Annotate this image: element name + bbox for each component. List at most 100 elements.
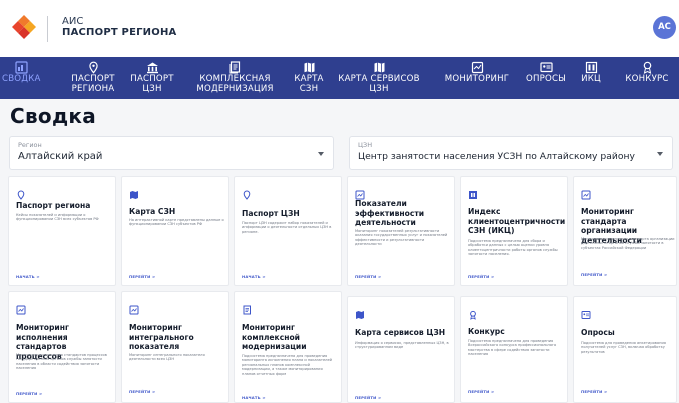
monitoring-icon — [129, 300, 139, 315]
survey-icon — [581, 305, 591, 319]
card-description: Мониторинг интегрального показателя деят… — [129, 353, 205, 362]
card-link[interactable]: ПЕРЕЙТИ > — [355, 274, 381, 279]
nav-label: КАРТА — [294, 74, 324, 84]
czn-select-value: Центр занятости населения УСЗН по Алтайс… — [358, 151, 635, 162]
nav-label: РЕГИОНА — [71, 84, 115, 94]
page-title: Сводка — [10, 104, 97, 128]
card-link[interactable]: ПЕРЕЙТИ > — [468, 274, 494, 279]
award-icon — [619, 59, 675, 74]
nav-item-surveys[interactable]: ОПРОСЫ — [522, 57, 570, 99]
nav-label: КОНКУРС — [625, 74, 669, 84]
nav-label: МОДЕРНИЗАЦИЯ — [196, 84, 274, 94]
nav-item-services-map[interactable]: КАРТА СЕРВИСОВ ЦЗН — [334, 57, 424, 99]
card-link[interactable]: НАЧАТЬ > — [242, 395, 266, 400]
card-passport-region[interactable]: Паспорт региона Кейсы показателей и инфо… — [8, 176, 116, 286]
location-pin-icon — [66, 59, 120, 74]
card-link[interactable]: ПЕРЕЙТИ > — [129, 274, 155, 279]
region-select-value: Алтайский край — [18, 151, 103, 162]
region-select[interactable]: Регион Алтайский край — [9, 136, 334, 170]
survey-icon — [522, 59, 570, 74]
document-stack-icon — [242, 300, 252, 315]
card-integral-indicator[interactable]: Мониторинг интегрального показателя Мони… — [121, 291, 229, 403]
app-logo-icon[interactable] — [11, 14, 37, 40]
card-modernization-monitoring[interactable]: Мониторинг комплексной модернизации Подс… — [234, 291, 342, 403]
nav-label: ПАСПОРТ — [130, 74, 174, 84]
card-link[interactable]: НАЧАТЬ > — [16, 274, 40, 279]
nav-item-modernization[interactable]: КОМПЛЕКСНАЯ МОДЕРНИЗАЦИЯ — [192, 57, 278, 99]
user-avatar[interactable]: АС — [653, 16, 676, 39]
card-title: Индекс клиентоцентричности СЗН (ИКЦ) — [468, 207, 566, 235]
nav-item-map-szn[interactable]: КАРТА СЗН — [290, 57, 328, 99]
location-pin-icon — [16, 185, 26, 200]
card-link[interactable]: ПЕРЕЙТИ > — [129, 389, 155, 394]
card-title: Конкурс — [468, 327, 505, 336]
map-icon — [290, 59, 328, 74]
nav-item-passport-region[interactable]: ПАСПОРТ РЕГИОНА — [66, 57, 120, 99]
brand-line-1: АИС — [62, 16, 84, 27]
card-services-map[interactable]: Карта сервисов ЦЗН Информация о сервисах… — [347, 296, 455, 403]
card-link[interactable]: ПЕРЕЙТИ > — [581, 389, 607, 394]
nav-label: ПАСПОРТ — [71, 74, 115, 84]
nav-label: МОНИТОРИНГ — [444, 74, 510, 84]
nav-item-ikc[interactable]: ИКЦ — [577, 57, 605, 99]
map-icon — [129, 185, 139, 199]
map-icon — [334, 59, 424, 74]
nav-label: СВОДКА — [2, 74, 41, 84]
card-title: Опросы — [581, 328, 615, 337]
card-description: Мониторинг исполнения стандартов процесс… — [16, 353, 107, 371]
nav-item-contest[interactable]: КОНКУРС — [619, 57, 675, 99]
card-description: Мониторинг исполнения стандарта организа… — [581, 237, 675, 250]
card-efficiency[interactable]: Показатели эффективности деятельности Мо… — [347, 176, 455, 286]
card-ikc[interactable]: Индекс клиентоцентричности СЗН (ИКЦ) Под… — [460, 176, 568, 286]
card-passport-czn[interactable]: Паспорт ЦЗН Паспорт ЦЗН содержит набор п… — [234, 176, 342, 286]
card-description: Подсистема предназначена для проведения … — [468, 339, 557, 357]
document-stack-icon — [192, 59, 278, 74]
nav-label: КОМПЛЕКСНАЯ — [199, 74, 271, 84]
card-link[interactable]: ПЕРЕЙТИ > — [581, 272, 607, 277]
card-link[interactable]: ПЕРЕЙТИ > — [16, 391, 42, 396]
card-title: Паспорт региона — [16, 201, 91, 210]
card-description: Подсистема для проведения анкетирования … — [581, 341, 666, 354]
nav-label: КАРТА СЕРВИСОВ — [338, 74, 420, 84]
card-description: Подсистема предназначена для сбора и обр… — [468, 239, 558, 257]
card-title: Паспорт ЦЗН — [242, 209, 300, 218]
card-title: Показатели эффективности деятельности — [355, 199, 425, 227]
card-description: Паспорт ЦЗН содержит набор показателей и… — [242, 221, 332, 234]
region-select-label: Регион — [18, 141, 42, 149]
card-link[interactable]: НАЧАТЬ > — [242, 274, 266, 279]
chevron-down-icon — [657, 152, 663, 156]
index-icon — [468, 185, 478, 199]
map-icon — [355, 305, 365, 319]
nav-label: ИКЦ — [581, 74, 601, 84]
chevron-down-icon — [318, 152, 324, 156]
card-surveys[interactable]: Опросы Подсистема для проведения анкетир… — [573, 296, 677, 403]
brand-title: АИС ПАСПОРТ РЕГИОНА — [62, 16, 176, 38]
award-icon — [468, 305, 478, 320]
location-pin-icon — [242, 185, 252, 200]
card-title: Мониторинг интегрального показателя — [129, 323, 194, 351]
card-title: Карта сервисов ЦЗН — [355, 328, 446, 337]
card-description: Подсистема предназначена для проведения … — [242, 354, 332, 376]
card-map-szn[interactable]: Карта СЗН На интерактивной карте предста… — [121, 176, 229, 286]
app-header: АИС ПАСПОРТ РЕГИОНА АС — [0, 0, 679, 57]
dashboard-icon — [2, 59, 40, 74]
card-link[interactable]: ПЕРЕЙТИ > — [468, 389, 494, 394]
nav-item-monitoring[interactable]: МОНИТОРИНГ — [440, 57, 514, 99]
monitoring-icon — [16, 300, 26, 315]
card-description: На интерактивной карте представлены данн… — [129, 218, 224, 227]
czn-select[interactable]: ЦЗН Центр занятости населения УСЗН по Ал… — [349, 136, 673, 170]
nav-label: ЦЗН — [142, 84, 162, 94]
nav-item-passport-czn[interactable]: ПАСПОРТ ЦЗН — [128, 57, 176, 99]
nav-label: СЗН — [299, 84, 319, 94]
index-icon — [577, 59, 605, 74]
card-process-standards[interactable]: Мониторинг исполнения стандартов процесс… — [8, 291, 116, 403]
card-title: Мониторинг комплексной модернизации — [242, 323, 307, 351]
card-link[interactable]: ПЕРЕЙТИ > — [355, 395, 381, 400]
monitoring-icon — [581, 185, 591, 200]
building-icon — [128, 59, 176, 74]
nav-item-svodka[interactable]: СВОДКА — [2, 57, 40, 99]
card-standard-monitoring[interactable]: Мониторинг стандарта организации деятель… — [573, 176, 677, 286]
card-title: Карта СЗН — [129, 207, 176, 216]
card-contest[interactable]: Конкурс Подсистема предназначена для про… — [460, 296, 568, 403]
monitoring-icon — [355, 185, 365, 200]
